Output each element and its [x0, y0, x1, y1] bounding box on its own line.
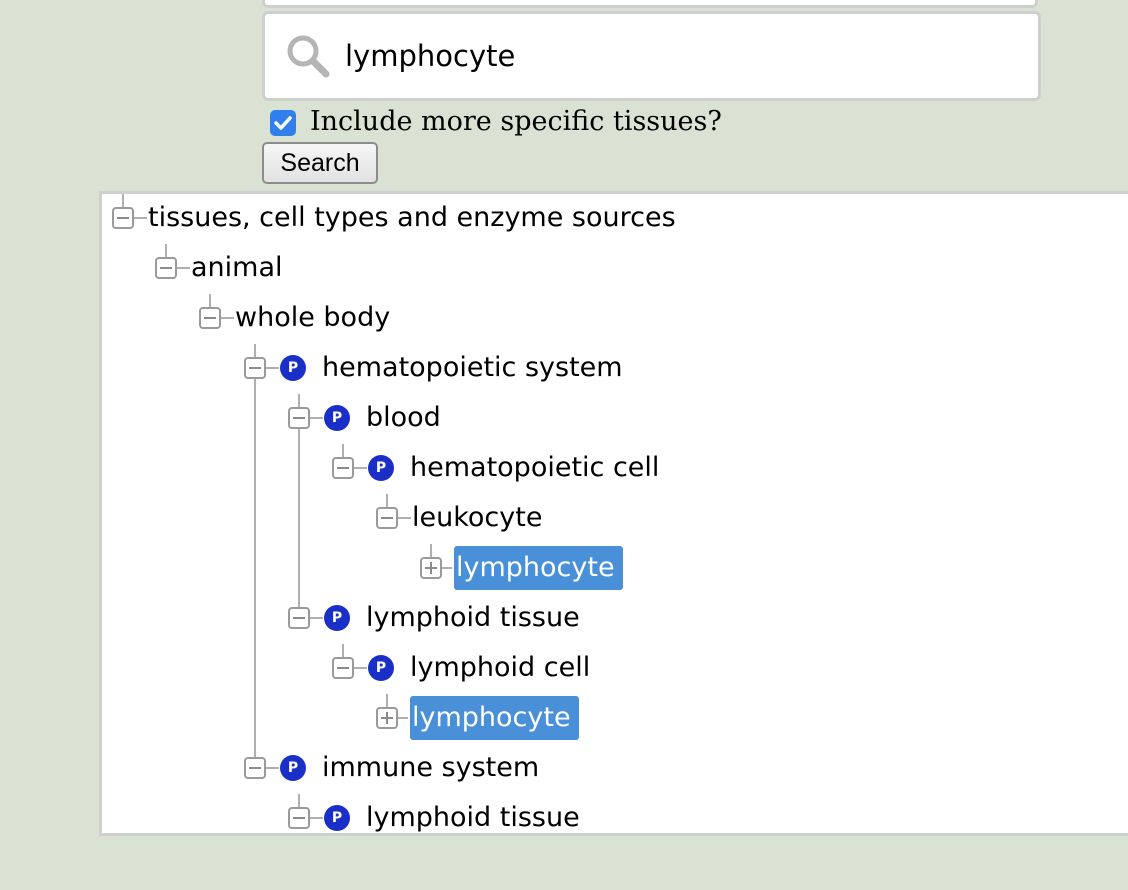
collapse-toggle-icon[interactable]	[288, 607, 310, 629]
collapse-toggle-icon[interactable]	[332, 457, 354, 479]
p-badge-icon: P	[368, 455, 394, 481]
collapse-toggle-icon[interactable]	[155, 257, 177, 279]
search-icon	[287, 35, 330, 78]
p-badge-icon: P	[324, 805, 350, 831]
tree-node-label[interactable]: lymphoid tissue	[366, 801, 580, 833]
tree-node-label[interactable]: hematopoietic system	[322, 351, 623, 385]
tissue-tree[interactable]: tissues, cell types and enzyme sources a…	[99, 191, 1128, 836]
collapse-toggle-icon[interactable]	[244, 357, 266, 379]
search-button[interactable]: Search	[262, 142, 378, 184]
tree-node-label-selected[interactable]: lymphocyte	[410, 696, 579, 740]
tree-node-label[interactable]: blood	[366, 401, 441, 435]
p-badge-icon: P	[280, 355, 306, 381]
tree-node-label[interactable]: whole body	[235, 301, 390, 335]
checkmark-icon	[274, 116, 292, 130]
tree-node-label-selected[interactable]: lymphocyte	[454, 546, 623, 590]
include-specific-checkbox[interactable]	[270, 110, 296, 136]
p-badge-icon: P	[368, 655, 394, 681]
collapse-toggle-icon[interactable]	[112, 207, 134, 229]
expand-toggle-icon[interactable]	[376, 707, 398, 729]
tree-node-label[interactable]: immune system	[322, 751, 539, 785]
previous-search-field[interactable]	[262, 0, 1038, 8]
collapse-toggle-icon[interactable]	[288, 407, 310, 429]
include-specific-label: Include more specific tissues?	[310, 106, 722, 137]
collapse-toggle-icon[interactable]	[244, 757, 266, 779]
tree-node-label[interactable]: lymphoid cell	[410, 651, 590, 685]
search-box[interactable]	[262, 11, 1041, 101]
p-badge-icon: P	[324, 405, 350, 431]
tree-connector-lines	[122, 194, 452, 819]
tree-node-label[interactable]: tissues, cell types and enzyme sources	[148, 201, 676, 235]
tree-node-label[interactable]: hematopoietic cell	[410, 451, 659, 485]
tree-node-label[interactable]: leukocyte	[412, 501, 542, 535]
collapse-toggle-icon[interactable]	[332, 657, 354, 679]
collapse-toggle-icon[interactable]	[199, 307, 221, 329]
expand-toggle-icon[interactable]	[420, 557, 442, 579]
search-input[interactable]	[345, 36, 1005, 76]
collapse-toggle-icon[interactable]	[376, 507, 398, 529]
tree-node-label[interactable]: lymphoid tissue	[366, 601, 580, 635]
tree-node-label[interactable]: animal	[191, 251, 283, 285]
collapse-toggle-icon[interactable]	[288, 807, 310, 829]
p-badge-icon: P	[324, 605, 350, 631]
p-badge-icon: P	[280, 755, 306, 781]
